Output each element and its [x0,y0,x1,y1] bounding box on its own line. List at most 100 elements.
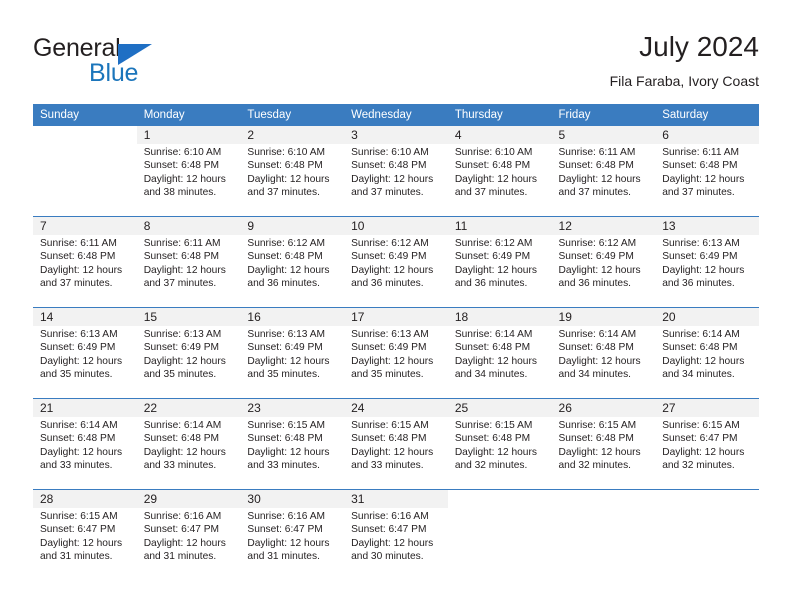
daylight-line-2: and 33 minutes. [351,460,424,472]
day-cell[interactable]: 22 Sunrise: 6:14 AM Sunset: 6:48 PM Dayligh… [136,398,241,490]
sunset-line: Sunset: 6:47 PM [40,524,116,536]
day-cell[interactable]: 30 Sunrise: 6:16 AM Sunset: 6:47 PM Dayligh… [240,489,345,580]
day-number: 18 [447,308,552,326]
day-details: Sunrise: 6:14 AM Sunset: 6:48 PM Daylight:… [448,326,552,382]
calendar-page: General Blue July 2024 Fila Faraba, Ivor… [0,0,792,612]
daylight-line-1: Daylight: 12 hours [247,537,330,549]
day-cell[interactable]: 16 Sunrise: 6:13 AM Sunset: 6:49 PM Dayligh… [240,307,345,399]
daylight-line-2: and 37 minutes. [351,187,424,199]
day-number [655,490,759,508]
day-cell[interactable]: 8 Sunrise: 6:11 AM Sunset: 6:48 PM Daylight… [136,216,241,308]
sunrise-line: Sunrise: 6:11 AM [662,147,740,158]
sunrise-line: Sunrise: 6:12 AM [351,238,429,249]
day-cell[interactable]: 20 Sunrise: 6:14 AM Sunset: 6:48 PM Dayligh… [655,307,759,399]
day-details: Sunrise: 6:12 AM Sunset: 6:48 PM Daylight:… [240,235,344,291]
sunset-line: Sunset: 6:48 PM [247,160,323,172]
sunrise-line: Sunrise: 6:15 AM [351,420,429,431]
daylight-line-1: Daylight: 12 hours [40,537,123,549]
sunrise-line: Sunrise: 6:14 AM [454,329,533,340]
day-cell[interactable]: 6 Sunrise: 6:11 AM Sunset: 6:48 PM Daylight… [655,126,759,217]
daylight-line-1: Daylight: 12 hours [351,537,434,549]
day-cell[interactable]: 17 Sunrise: 6:13 AM Sunset: 6:49 PM Dayligh… [344,307,448,399]
day-cell[interactable]: 12 Sunrise: 6:12 AM Sunset: 6:49 PM Dayligh… [551,216,656,308]
day-details: Sunrise: 6:13 AM Sunset: 6:49 PM Daylight:… [240,326,344,382]
daylight-line-1: Daylight: 12 hours [247,355,330,367]
day-details: Sunrise: 6:13 AM Sunset: 6:49 PM Daylight:… [655,235,759,291]
day-cell[interactable]: 23 Sunrise: 6:15 AM Sunset: 6:48 PM Dayligh… [240,398,345,490]
day-cell[interactable]: 15 Sunrise: 6:13 AM Sunset: 6:49 PM Dayligh… [136,307,241,399]
sunrise-line: Sunrise: 6:13 AM [143,329,222,340]
day-number: 11 [447,217,552,235]
daylight-line-1: Daylight: 12 hours [662,446,745,458]
daylight-line-2: and 31 minutes. [143,551,217,563]
sunset-line: Sunset: 6:49 PM [454,251,531,263]
page-subtitle: Fila Faraba, Ivory Coast [609,73,759,89]
day-number: 21 [33,399,137,417]
day-cell[interactable]: 10 Sunrise: 6:12 AM Sunset: 6:49 PM Dayligh… [344,216,448,308]
sunrise-line: Sunrise: 6:12 AM [247,238,325,249]
day-cell[interactable]: 18 Sunrise: 6:14 AM Sunset: 6:48 PM Dayligh… [447,307,552,399]
day-cell[interactable]: 7 Sunrise: 6:11 AM Sunset: 6:48 PM Daylight… [33,216,137,308]
daylight-line-1: Daylight: 12 hours [143,173,226,185]
day-number: 15 [136,308,241,326]
day-details: Sunrise: 6:12 AM Sunset: 6:49 PM Daylight:… [448,235,552,291]
day-cell[interactable]: 11 Sunrise: 6:12 AM Sunset: 6:49 PM Dayligh… [447,216,552,308]
sunset-line: Sunset: 6:49 PM [558,251,634,263]
weekday-header-row: Sunday Monday Tuesday Wednesday Thursday Frid… [33,104,759,126]
day-cell[interactable]: 27 Sunrise: 6:15 AM Sunset: 6:47 PM Dayligh… [655,398,759,490]
day-cell[interactable]: 4 Sunrise: 6:10 AM Sunset: 6:48 PM Daylight… [447,126,552,217]
day-cell-inner: 5 Sunrise: 6:11 AM Sunset: 6:48 PM Daylight… [551,126,656,216]
sunset-line: Sunset: 6:48 PM [454,160,531,172]
day-cell[interactable]: 19 Sunrise: 6:14 AM Sunset: 6:48 PM Dayligh… [551,307,656,399]
sunrise-line: Sunrise: 6:15 AM [40,511,118,522]
day-cell[interactable]: 24 Sunrise: 6:15 AM Sunset: 6:48 PM Dayligh… [344,398,448,490]
daylight-line-2: and 37 minutes. [40,278,113,290]
day-cell[interactable]: 2 Sunrise: 6:10 AM Sunset: 6:48 PM Daylight… [240,126,345,217]
day-cell[interactable]: 5 Sunrise: 6:11 AM Sunset: 6:48 PM Daylight… [551,126,656,217]
day-number: 12 [551,217,656,235]
sunset-line: Sunset: 6:48 PM [143,433,220,445]
sunset-line: Sunset: 6:48 PM [454,342,531,354]
day-details [33,144,137,146]
page-header: General Blue July 2024 Fila Faraba, Ivor… [33,30,759,98]
day-details: Sunrise: 6:14 AM Sunset: 6:48 PM Daylight:… [655,326,759,382]
day-cell[interactable]: 31 Sunrise: 6:16 AM Sunset: 6:47 PM Dayligh… [344,489,448,580]
weekday-header-sunday: Sunday [33,104,137,126]
day-details: Sunrise: 6:14 AM Sunset: 6:48 PM Daylight:… [33,417,137,473]
day-cell-inner: 18 Sunrise: 6:14 AM Sunset: 6:48 PM Dayligh… [447,308,552,398]
sunset-line: Sunset: 6:49 PM [351,342,427,354]
day-cell-inner [655,490,759,580]
daylight-line-2: and 35 minutes. [247,369,320,381]
daylight-line-1: Daylight: 12 hours [454,264,537,276]
sunset-line: Sunset: 6:49 PM [40,342,116,354]
day-cell-inner: 6 Sunrise: 6:11 AM Sunset: 6:48 PM Daylight… [655,126,759,216]
day-cell[interactable]: 26 Sunrise: 6:15 AM Sunset: 6:48 PM Dayligh… [551,398,656,490]
day-details: Sunrise: 6:11 AM Sunset: 6:48 PM Daylight:… [33,235,137,291]
daylight-line-1: Daylight: 12 hours [558,355,641,367]
daylight-line-1: Daylight: 12 hours [143,537,226,549]
day-cell[interactable]: 3 Sunrise: 6:10 AM Sunset: 6:48 PM Daylight… [344,126,448,217]
sunset-line: Sunset: 6:48 PM [558,342,634,354]
daylight-line-1: Daylight: 12 hours [143,446,226,458]
sunset-line: Sunset: 6:48 PM [40,433,116,445]
sunset-line: Sunset: 6:47 PM [247,524,323,536]
day-cell-inner: 3 Sunrise: 6:10 AM Sunset: 6:48 PM Daylight… [344,126,448,216]
day-cell[interactable]: 28 Sunrise: 6:15 AM Sunset: 6:47 PM Dayligh… [33,489,137,580]
day-cell[interactable]: 25 Sunrise: 6:15 AM Sunset: 6:48 PM Dayligh… [447,398,552,490]
day-cell-inner: 9 Sunrise: 6:12 AM Sunset: 6:48 PM Daylight… [240,217,345,307]
day-details: Sunrise: 6:10 AM Sunset: 6:48 PM Daylight:… [448,144,552,200]
day-cell[interactable]: 1 Sunrise: 6:10 AM Sunset: 6:48 PM Daylight… [136,126,241,217]
day-number: 6 [655,126,759,144]
daylight-line-1: Daylight: 12 hours [351,173,434,185]
sunset-line: Sunset: 6:49 PM [662,251,738,263]
day-cell[interactable]: 14 Sunrise: 6:13 AM Sunset: 6:49 PM Dayligh… [33,307,137,399]
day-cell[interactable]: 13 Sunrise: 6:13 AM Sunset: 6:49 PM Dayligh… [655,216,759,308]
sunset-line: Sunset: 6:48 PM [558,433,634,445]
day-cell[interactable]: 21 Sunrise: 6:14 AM Sunset: 6:48 PM Dayligh… [33,398,137,490]
day-details: Sunrise: 6:11 AM Sunset: 6:48 PM Daylight:… [552,144,656,200]
day-cell[interactable]: 9 Sunrise: 6:12 AM Sunset: 6:48 PM Daylight… [240,216,345,308]
day-cell-inner: 14 Sunrise: 6:13 AM Sunset: 6:49 PM Dayligh… [33,308,137,398]
daylight-line-2: and 36 minutes. [351,278,424,290]
day-cell[interactable]: 29 Sunrise: 6:16 AM Sunset: 6:47 PM Dayligh… [136,489,241,580]
weekday-header-monday: Monday [136,104,241,126]
